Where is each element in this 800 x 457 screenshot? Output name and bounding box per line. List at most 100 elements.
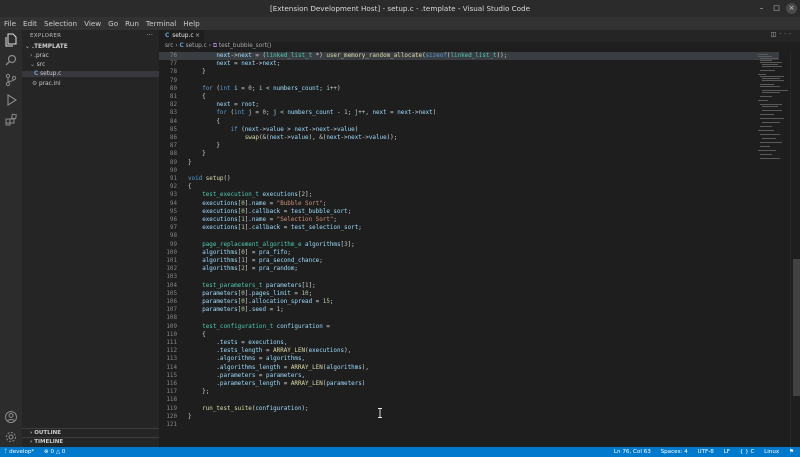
minimize-icon[interactable]: –	[756, 3, 767, 14]
source-control-icon[interactable]	[4, 73, 18, 87]
vertical-scrollbar[interactable]	[790, 52, 800, 447]
language-mode[interactable]: { } C	[740, 449, 755, 455]
close-icon[interactable]: ×	[786, 3, 797, 14]
more-actions-icon[interactable]: ···	[146, 31, 153, 39]
minimap[interactable]	[758, 52, 788, 162]
code-line[interactable]: 95 executions[0].callback = test_bubble_…	[159, 208, 779, 216]
code-line[interactable]: 114 .algorithms_length = ARRAY_LEN(algor…	[159, 364, 779, 372]
account-icon[interactable]	[4, 410, 18, 424]
breadcrumb-file[interactable]: setup.c	[186, 43, 207, 49]
code-line[interactable]: 111 .tests = executions,	[159, 339, 779, 347]
menu-go[interactable]: Go	[104, 19, 121, 28]
menu-view[interactable]: View	[80, 19, 104, 28]
code-line[interactable]: 77 next = next->next;	[159, 60, 779, 68]
run-debug-icon[interactable]	[4, 93, 18, 107]
code-line[interactable]: 106 parameters[0].allocation_spread = 15…	[159, 298, 779, 306]
code-line[interactable]: 93 test_execution_t executions[2];	[159, 191, 779, 199]
menu-run[interactable]: Run	[121, 19, 142, 28]
tree-item-setup-c[interactable]: C setup.c	[22, 71, 159, 77]
code-line[interactable]: 91 void setup()	[159, 175, 779, 183]
code-line[interactable]: 109 test_configuration_t configuration =	[159, 323, 779, 331]
code-line[interactable]: 100 algorithms[0] = pra_fifo;	[159, 249, 779, 257]
settings-gear-icon[interactable]	[4, 430, 18, 444]
outline-section[interactable]: › OUTLINE	[22, 428, 159, 437]
notifications-bell-icon[interactable]: ⚑	[789, 449, 794, 455]
menu-terminal[interactable]: Terminal	[142, 19, 179, 28]
tab-setup-c[interactable]: Csetup.c ×	[159, 30, 204, 42]
code-line[interactable]: 87 }	[159, 142, 779, 150]
explorer-icon[interactable]	[4, 33, 18, 47]
code-line[interactable]: 83 for (int j = 0; j < numbers_count - 1…	[159, 109, 779, 117]
code-line[interactable]: 90	[159, 167, 779, 175]
problems-indicator[interactable]: ⊗ 0 △ 0	[44, 449, 65, 455]
maximize-icon[interactable]: □	[771, 3, 782, 14]
line-number: 99	[169, 241, 177, 248]
code-line[interactable]: 89}	[159, 159, 779, 167]
code-line[interactable]: 81 {	[159, 93, 779, 101]
code-line[interactable]: 117 };	[159, 388, 779, 396]
explorer-title: EXPLORER	[30, 33, 62, 39]
code-line[interactable]: 86 swap(&(next->value), &(next->next->va…	[159, 134, 779, 142]
menu-selection[interactable]: Selection	[40, 19, 80, 28]
tree-item-label: prac.ini	[39, 81, 61, 87]
code-line[interactable]: 96 executions[1].name = "Selection Sort"…	[159, 216, 779, 224]
code-line[interactable]: 76 next->next = (linked_list_t *) user_m…	[159, 52, 779, 61]
breadcrumb-folder[interactable]: src	[165, 43, 173, 49]
code-line[interactable]: 116 .parameters_length = ARRAY_LEN(param…	[159, 380, 779, 388]
timeline-section[interactable]: › TIMELINE	[22, 437, 159, 446]
code-line[interactable]: 105 parameters[0].pages_limit = 10;	[159, 290, 779, 298]
line-number: 114	[166, 364, 177, 371]
menu-file[interactable]: File	[0, 19, 19, 28]
code-line[interactable]: 104 test_parameters_t parameters[1];	[159, 282, 779, 290]
code-line[interactable]: 101 algorithms[1] = pra_second_chance;	[159, 257, 779, 265]
code-line[interactable]: 103	[159, 273, 779, 281]
code-line[interactable]: 97 executions[1].callback = test_selecti…	[159, 224, 779, 232]
code-line[interactable]: 108	[159, 314, 779, 322]
code-line[interactable]: 79	[159, 77, 779, 85]
tree-item-prac-folder[interactable]: › .prac	[22, 53, 49, 59]
code-line[interactable]: 107 parameters[0].seed = 1;	[159, 306, 779, 314]
workspace-root[interactable]: ⌄ .TEMPLATE	[22, 44, 68, 50]
breadcrumb-symbol[interactable]: test_bubble_sort()	[219, 43, 272, 49]
split-editor-icon[interactable]: ◫	[771, 31, 780, 38]
code-line[interactable]: 85 if (next->value > next->next->value)	[159, 126, 779, 134]
menu-help[interactable]: Help	[179, 19, 202, 28]
indentation[interactable]: Spaces: 4	[661, 449, 688, 455]
extensions-icon[interactable]	[4, 113, 18, 127]
code-line[interactable]: 115 .parameters = parameters,	[159, 372, 779, 380]
tree-item-src-folder[interactable]: ⌄ src	[22, 62, 45, 68]
code-line[interactable]: 99 page_replacement_algorithm_e algorith…	[159, 241, 779, 249]
code-editor[interactable]: 76 next->next = (linked_list_t *) user_m…	[159, 52, 799, 447]
cursor-position[interactable]: Ln 76, Col 63	[614, 449, 651, 455]
code-line[interactable]: 78 }	[159, 68, 779, 76]
tree-item-prac-ini[interactable]: ⚙ prac.ini	[22, 81, 61, 87]
code-line[interactable]: 120}	[159, 413, 779, 421]
code-line[interactable]: 102 algorithms[2] = pra_random;	[159, 265, 779, 273]
code-line[interactable]: 98	[159, 232, 779, 240]
code-line[interactable]: 110 {	[159, 331, 779, 339]
code-line[interactable]: 88 }	[159, 150, 779, 158]
scrollbar-thumb[interactable]	[793, 259, 800, 396]
chevron-down-icon: ⌄	[30, 62, 35, 68]
code-line[interactable]: 118	[159, 396, 779, 404]
tab-bar: Csetup.c × ◫···	[159, 30, 800, 42]
more-actions-icon[interactable]: ···	[779, 31, 794, 38]
code-line[interactable]: 121	[159, 421, 779, 429]
branch-indicator[interactable]: ᛉ develop*	[4, 449, 34, 455]
code-line[interactable]: 94 executions[0].name = "Bubble Sort";	[159, 200, 779, 208]
code-line[interactable]: 112 .tests_length = ARRAY_LEN(executions…	[159, 347, 779, 355]
close-tab-icon[interactable]: ×	[195, 30, 200, 42]
code-line[interactable]: 92 {	[159, 183, 779, 191]
code-line[interactable]: 82 next = root;	[159, 101, 779, 109]
code-line[interactable]: 119 run_test_suite(configuration);	[159, 405, 779, 413]
menu-edit[interactable]: Edit	[19, 19, 40, 28]
end-of-line[interactable]: LF	[724, 449, 730, 455]
search-icon[interactable]	[4, 53, 18, 67]
code-line[interactable]: 80 for (int i = 0; i < numbers_count; i+…	[159, 85, 779, 93]
line-number: 118	[166, 397, 177, 404]
code-line[interactable]: 84 {	[159, 118, 779, 126]
encoding[interactable]: UTF-8	[698, 449, 714, 455]
code-line[interactable]: 113 .algorithms = algorithms,	[159, 355, 779, 363]
platform[interactable]: Linux	[764, 449, 779, 455]
line-text: .algorithms = algorithms,	[188, 356, 306, 363]
